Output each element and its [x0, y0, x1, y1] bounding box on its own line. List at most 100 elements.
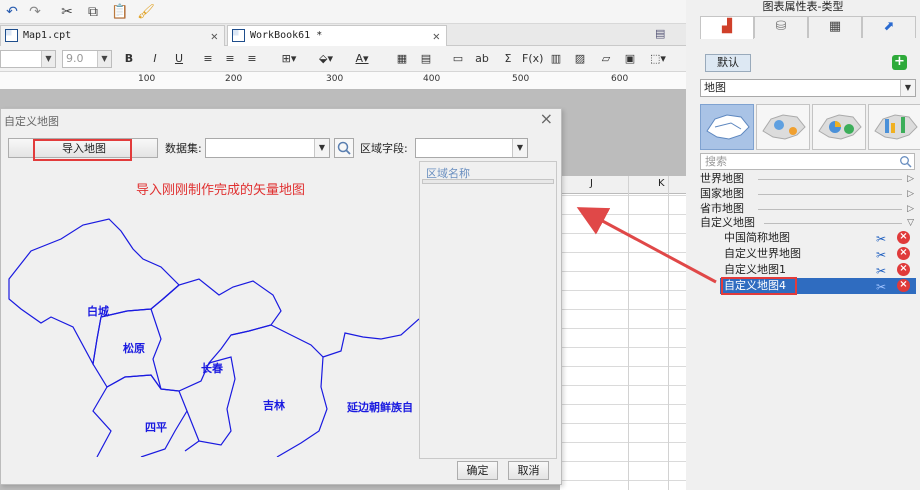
file-icon: [5, 29, 18, 42]
chevron-down-icon[interactable]: ▼: [512, 139, 527, 157]
effects-icon: ⬈: [883, 19, 895, 34]
edit-icon[interactable]: ✂: [876, 263, 886, 279]
edit-icon[interactable]: ✂: [876, 279, 886, 295]
quick-toolbar: ↶ ↷ ✂ ⧉ 📋 🖌: [0, 0, 686, 24]
category-custom-map[interactable]: 自定义地图 ▽: [700, 216, 916, 230]
close-icon[interactable]: ×: [540, 109, 553, 128]
align-center-icon[interactable]: ≡: [222, 50, 238, 68]
search-button[interactable]: [334, 138, 354, 158]
subreport-icon[interactable]: ▣: [622, 50, 638, 68]
add-icon[interactable]: +: [892, 55, 907, 70]
insert-text-icon[interactable]: ▭: [450, 50, 466, 68]
region-field-select[interactable]: ▼: [415, 138, 528, 158]
tab-menu-icon[interactable]: ▤: [655, 27, 665, 40]
tab-workbook61[interactable]: WorkBook61 * ✕: [227, 25, 447, 46]
map-region-label: 延边朝鲜族自: [347, 401, 413, 414]
custom-map-item[interactable]: 自定义地图1 ✂ ×: [720, 262, 916, 278]
ok-button[interactable]: 确定: [457, 461, 498, 480]
cancel-button[interactable]: 取消: [508, 461, 549, 480]
region-list[interactable]: [422, 179, 554, 184]
chevron-down-icon: ▽: [907, 218, 914, 228]
item-label: 自定义地图1: [724, 263, 786, 276]
insert-chart-icon[interactable]: ▥: [548, 50, 564, 68]
tab-effects[interactable]: ⬈: [862, 16, 916, 38]
unmerge-icon[interactable]: ▤: [418, 50, 434, 68]
slash-icon[interactable]: ▱: [598, 50, 614, 68]
search-icon[interactable]: [899, 155, 912, 168]
redo-icon[interactable]: ↷: [25, 2, 45, 22]
database-icon: ⛁: [775, 19, 787, 34]
align-right-icon[interactable]: ≡: [244, 50, 260, 68]
column-j[interactable]: J: [590, 178, 593, 189]
custom-map-item[interactable]: 自定义世界地图 ✂ ×: [720, 246, 916, 262]
category-world-map[interactable]: 世界地图 ▷: [700, 172, 916, 186]
sum-icon[interactable]: Σ: [500, 50, 516, 68]
delete-icon[interactable]: ×: [897, 231, 910, 244]
delete-icon[interactable]: ×: [897, 279, 910, 292]
bold-button[interactable]: B: [122, 50, 136, 68]
cut-icon[interactable]: ✂: [57, 2, 77, 22]
close-icon[interactable]: ✕: [211, 26, 218, 46]
category-province-map[interactable]: 省市地图 ▷: [700, 202, 916, 216]
chevron-right-icon: ▷: [907, 174, 914, 184]
dialog-title: 自定义地图: [4, 115, 59, 128]
chevron-right-icon: ▷: [907, 204, 914, 214]
delete-icon[interactable]: ×: [897, 247, 910, 260]
border-icon[interactable]: ⊞▾: [280, 50, 298, 68]
format-brush-icon[interactable]: 🖌: [136, 2, 156, 22]
copy-icon[interactable]: ⧉: [83, 2, 103, 22]
item-label: 中国简称地图: [724, 231, 790, 244]
font-family-select[interactable]: ▼: [0, 50, 56, 68]
italic-button[interactable]: I: [148, 50, 162, 68]
default-button[interactable]: 默认: [705, 54, 751, 72]
category-label: 省市地图: [700, 202, 744, 215]
font-color-icon[interactable]: A▾: [350, 50, 374, 68]
point-map-icon[interactable]: [756, 104, 810, 150]
report-designer: ↶ ↷ ✂ ⧉ 📋 🖌 Map1.cpt ✕ WorkBook61 * ✕ ▤ …: [0, 0, 686, 490]
font-size-select[interactable]: 9.0 ▼: [62, 50, 112, 68]
edit-icon[interactable]: ✂: [876, 231, 886, 247]
dataset-select[interactable]: ▼: [205, 138, 330, 158]
tab-type[interactable]: ▟: [700, 16, 754, 39]
vector-map-canvas[interactable]: 白城 松原 长春 吉林 延边朝鲜族自 四平: [1, 199, 419, 457]
close-icon[interactable]: ✕: [433, 26, 440, 46]
region-field-label: 区域字段:: [360, 142, 408, 155]
chevron-down-icon[interactable]: ▼: [900, 80, 915, 96]
fill-color-icon[interactable]: ⬙▾: [314, 50, 338, 68]
map-region-label: 白城: [87, 305, 109, 318]
chart-type-icon: ▟: [722, 19, 732, 34]
area-map-icon[interactable]: [700, 104, 754, 150]
formula-icon[interactable]: F(x): [522, 50, 543, 68]
column-k[interactable]: K: [658, 178, 665, 189]
paste-icon[interactable]: 📋: [110, 2, 130, 22]
delete-icon[interactable]: ×: [897, 263, 910, 276]
map-search-input[interactable]: 搜索: [700, 153, 915, 170]
underline-button[interactable]: U: [172, 50, 186, 68]
pie-map-icon[interactable]: [812, 104, 866, 150]
merge-icon[interactable]: ▦: [394, 50, 410, 68]
bar-map-icon[interactable]: [868, 104, 920, 150]
tab-data[interactable]: ⛁: [754, 16, 808, 38]
category-country-map[interactable]: 国家地图 ▷: [700, 187, 916, 201]
tab-map1[interactable]: Map1.cpt ✕: [0, 25, 225, 46]
tab-style[interactable]: ▦: [808, 16, 862, 38]
ruler: 100 200 300 400 500 600: [0, 72, 686, 90]
ruler-tick: 400: [423, 74, 441, 84]
custom-map-dialog: 自定义地图 × 导入地图 数据集: ▼ 区域字段: ▼ 导入刚刚制作完成的矢量地…: [0, 108, 562, 485]
region-name-panel: 区域名称: [419, 161, 557, 459]
insert-ab-icon[interactable]: ab: [474, 50, 490, 68]
tab-label: WorkBook61 *: [250, 30, 323, 41]
chevron-down-icon[interactable]: ▼: [314, 139, 329, 157]
more-icon[interactable]: ⬚▾: [646, 50, 670, 68]
ruler-tick: 300: [326, 74, 344, 84]
chart-type-select[interactable]: 地图 ▼: [700, 79, 916, 97]
category-label: 世界地图: [700, 172, 744, 185]
align-left-icon[interactable]: ≡: [200, 50, 216, 68]
map-region-label: 长春: [201, 362, 223, 375]
edit-icon[interactable]: ✂: [876, 247, 886, 263]
undo-icon[interactable]: ↶: [2, 2, 22, 22]
style-icon: ▦: [828, 19, 842, 34]
panel-tabs: ▟ ⛁ ▦ ⬈: [700, 16, 916, 39]
custom-map-item[interactable]: 中国简称地图 ✂ ×: [720, 230, 916, 246]
insert-image-icon[interactable]: ▨: [572, 50, 588, 68]
